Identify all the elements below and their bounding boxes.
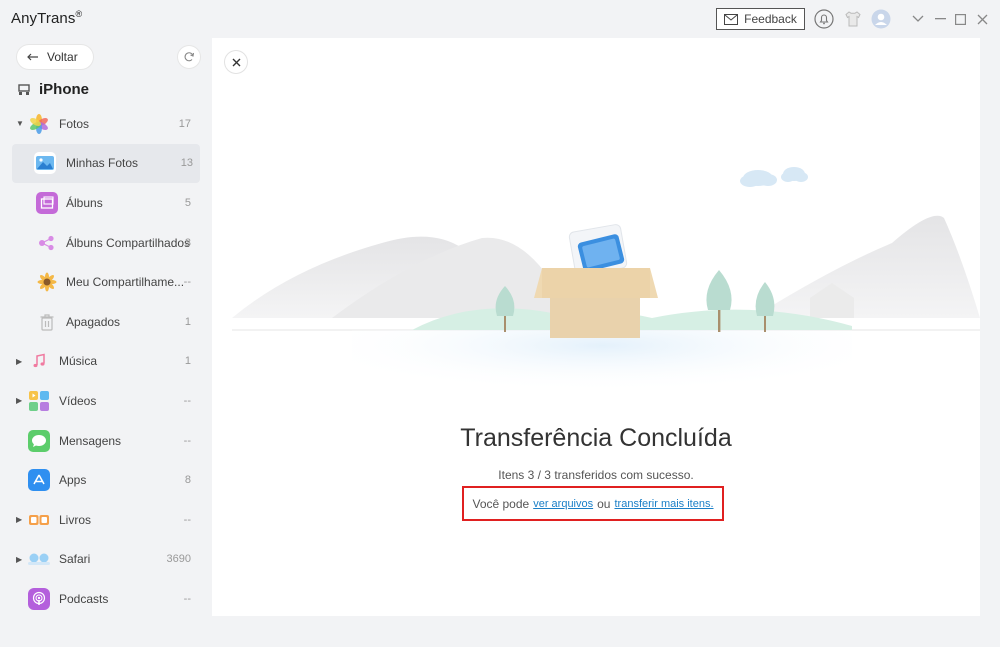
status-message: Itens 3 / 3 transferidos com sucesso. [498, 468, 694, 482]
view-files-link[interactable]: ver arquivos [533, 498, 593, 510]
albums-icon [36, 191, 58, 214]
avatar-icon[interactable] [871, 9, 891, 29]
music-icon [28, 350, 50, 372]
sidebar-item-count: 5 [184, 196, 191, 209]
sidebar-item-apps[interactable]: Apps 8 [0, 460, 210, 500]
box-icon [534, 268, 658, 338]
shirt-icon[interactable] [843, 9, 863, 29]
close-icon [232, 58, 240, 66]
caret-right-icon[interactable]: ▶ [16, 396, 22, 405]
sidebar-item-label: Álbuns [66, 195, 103, 210]
sidebar-item-label: Apps [59, 473, 87, 488]
sidebar-item-label: Livros [59, 512, 92, 527]
sidebar-item-count: -- [183, 513, 191, 526]
sidebar-item-count: 3 [184, 236, 191, 249]
transfer-more-link[interactable]: transferir mais itens. [614, 498, 713, 510]
sidebar-item-label: Música [59, 354, 98, 369]
sidebar-item-count: -- [183, 394, 191, 407]
transfer-complete-illustration [232, 167, 980, 408]
sidebar-item-label: Fotos [59, 116, 90, 131]
sidebar-item-livros[interactable]: ▶ Livros -- [0, 500, 210, 540]
sidebar-item-label: Safari [59, 552, 91, 567]
main-panel: Transferência Concluída Itens 3 / 3 tran… [212, 38, 980, 616]
sidebar-item-fotos[interactable]: ▼ Fotos 17 [0, 104, 210, 144]
sidebar-item-mensagens[interactable]: Mensagens -- [0, 421, 210, 461]
trash-icon [36, 311, 58, 333]
sidebar-item-label: Apagados [66, 314, 121, 329]
sidebar-item-meu-compartilhamento[interactable]: Meu Compartilhame... -- [0, 262, 210, 302]
sunflower-icon [36, 271, 58, 293]
sidebar-item-label: Vídeos [59, 393, 97, 408]
dropdown-icon[interactable] [910, 10, 926, 28]
arrow-left-icon [27, 53, 38, 61]
feedback-label: Feedback [744, 12, 797, 26]
caret-right-icon[interactable]: ▶ [16, 555, 22, 564]
my-photos-icon [34, 152, 56, 175]
sidebar: Voltar iPhone ▼ Fotos 17 Minhas Fotos 13 [0, 38, 210, 647]
minimize-icon[interactable] [932, 10, 948, 28]
sidebar-item-safari[interactable]: ▶ Safari 3690 [0, 540, 210, 580]
device-header: iPhone [18, 81, 89, 98]
hint-prefix: Você pode [472, 496, 530, 511]
next-action-hint: Você pode ver arquivos ou transferir mai… [462, 486, 724, 521]
app-title: AnyTrans® [11, 9, 83, 27]
bell-icon[interactable] [814, 9, 834, 29]
close-panel-button[interactable] [225, 51, 247, 73]
sidebar-item-count: -- [183, 592, 191, 605]
caret-right-icon[interactable]: ▶ [16, 357, 22, 366]
sidebar-item-musica[interactable]: ▶ Música 1 [0, 342, 210, 382]
close-window-icon[interactable] [974, 10, 990, 28]
books-icon [28, 509, 50, 531]
sidebar-item-count: 1 [184, 355, 191, 368]
sidebar-item-label: Álbuns Compartilhados [66, 235, 191, 250]
hint-middle: ou [597, 496, 611, 511]
sidebar-item-count: 8 [184, 474, 191, 487]
device-name: iPhone [39, 81, 90, 98]
page-title: Transferência Concluída [460, 424, 732, 452]
safari-icon [28, 548, 50, 570]
back-button[interactable]: Voltar [17, 45, 93, 69]
sidebar-item-count: 3690 [166, 553, 191, 566]
sidebar-item-label: Minhas Fotos [66, 156, 139, 171]
device-icon [18, 83, 30, 95]
maximize-icon[interactable] [952, 10, 968, 28]
nav-list: ▼ Fotos 17 Minhas Fotos 13 Álbuns 5 Álbu… [0, 104, 210, 619]
sidebar-item-podcasts[interactable]: Podcasts -- [0, 579, 210, 619]
sidebar-item-minhas-fotos[interactable]: Minhas Fotos 13 [12, 143, 200, 184]
back-label: Voltar [47, 50, 78, 64]
videos-icon [28, 390, 50, 412]
sidebar-item-label: Podcasts [59, 591, 109, 606]
messages-icon [28, 429, 50, 452]
sidebar-item-apagados[interactable]: Apagados 1 [0, 302, 210, 342]
title-bar: AnyTrans® Feedback [0, 0, 1000, 38]
sidebar-item-count: -- [183, 434, 191, 447]
app-store-icon [28, 469, 50, 492]
sidebar-item-albuns[interactable]: Álbuns 5 [0, 183, 210, 223]
sidebar-item-videos[interactable]: ▶ Vídeos -- [0, 381, 210, 421]
sidebar-item-label: Mensagens [59, 433, 122, 448]
sidebar-item-count: 13 [180, 157, 193, 170]
cloud-icon [740, 167, 808, 187]
sidebar-item-label: Meu Compartilhame... [66, 275, 185, 290]
sidebar-item-count: -- [183, 276, 191, 289]
sidebar-item-count: 17 [178, 117, 191, 130]
refresh-icon [184, 52, 195, 62]
podcasts-icon [28, 587, 50, 610]
caret-right-icon[interactable]: ▶ [16, 515, 22, 524]
refresh-button[interactable] [178, 46, 200, 68]
mail-icon [724, 13, 739, 25]
caret-down-icon[interactable]: ▼ [16, 119, 24, 128]
feedback-button[interactable]: Feedback [716, 8, 805, 30]
share-icon [36, 232, 58, 254]
sidebar-item-count: 1 [184, 315, 191, 328]
sidebar-item-albuns-compartilhados[interactable]: Álbuns Compartilhados 3 [0, 223, 210, 263]
photos-icon [28, 113, 50, 135]
